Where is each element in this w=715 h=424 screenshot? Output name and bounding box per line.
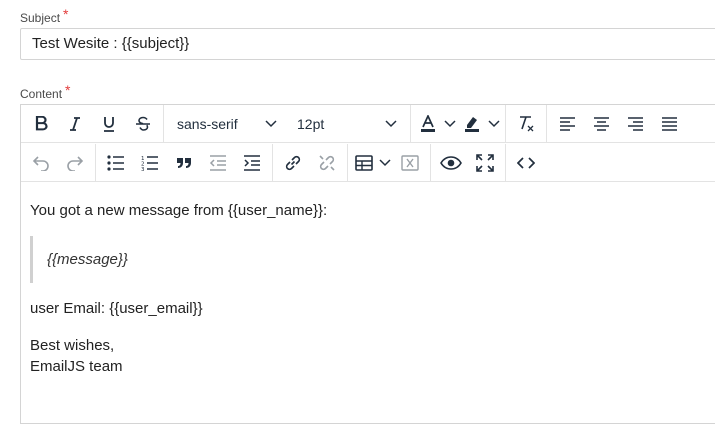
font-group: sans-serif 12pt bbox=[164, 105, 411, 142]
toolbar-row-2: 123 bbox=[21, 144, 715, 182]
code-group bbox=[506, 144, 546, 181]
bullet-list-icon bbox=[107, 154, 124, 171]
link-group bbox=[273, 144, 348, 181]
history-group bbox=[21, 144, 96, 181]
numbered-list-button[interactable]: 123 bbox=[133, 148, 167, 178]
blockquote-button[interactable] bbox=[167, 148, 201, 178]
outdent-icon bbox=[209, 154, 226, 171]
list-group: 123 bbox=[96, 144, 273, 181]
underline-icon bbox=[104, 116, 114, 132]
clear-format-group bbox=[506, 105, 547, 142]
align-center-button[interactable] bbox=[584, 109, 618, 139]
table-button[interactable] bbox=[351, 148, 393, 178]
undo-icon bbox=[32, 155, 49, 171]
table-main[interactable] bbox=[351, 148, 377, 178]
underline-button[interactable] bbox=[92, 109, 126, 139]
link-icon bbox=[285, 155, 301, 170]
source-code-button[interactable] bbox=[509, 148, 543, 178]
chevron-down-icon bbox=[444, 119, 456, 127]
align-center-icon bbox=[593, 116, 609, 131]
blockquote: {{message}} bbox=[30, 236, 590, 283]
eye-icon bbox=[440, 155, 462, 170]
italic-button[interactable] bbox=[58, 109, 92, 139]
subject-label: Subject * bbox=[20, 6, 69, 25]
unlink-icon bbox=[319, 154, 335, 171]
quote-icon bbox=[177, 157, 191, 168]
text-color-button[interactable] bbox=[414, 109, 458, 139]
redo-icon bbox=[67, 155, 84, 171]
fullscreen-button[interactable] bbox=[468, 148, 502, 178]
required-mark: * bbox=[63, 6, 69, 22]
color-group bbox=[411, 105, 506, 142]
bold-icon bbox=[35, 115, 48, 130]
svg-text:3: 3 bbox=[141, 167, 145, 171]
insert-link-button[interactable] bbox=[276, 148, 310, 178]
delete-table-button[interactable] bbox=[393, 148, 427, 178]
view-group bbox=[431, 144, 506, 181]
font-size-select[interactable]: 12pt bbox=[287, 109, 407, 139]
table-icon bbox=[355, 154, 373, 171]
editor-content[interactable]: You got a new message from {{user_name}}… bbox=[21, 183, 715, 423]
clear-formatting-icon bbox=[520, 115, 534, 131]
font-family-value: sans-serif bbox=[177, 115, 238, 132]
align-right-icon bbox=[627, 116, 643, 131]
quote-text: {{message}} bbox=[47, 251, 128, 268]
align-right-button[interactable] bbox=[618, 109, 652, 139]
align-justify-button[interactable] bbox=[652, 109, 686, 139]
unlink-button[interactable] bbox=[310, 148, 344, 178]
subject-label-text: Subject bbox=[20, 11, 61, 25]
rich-text-editor: sans-serif 12pt 1 2 3 You got a new mess… bbox=[20, 104, 715, 424]
align-group bbox=[547, 105, 689, 142]
indent-button[interactable] bbox=[235, 148, 269, 178]
chevron-down-icon bbox=[265, 119, 277, 127]
highlight-color-chevron[interactable] bbox=[486, 119, 502, 128]
redo-button[interactable] bbox=[58, 148, 92, 178]
undo-button[interactable] bbox=[24, 148, 58, 178]
content-line: Best wishes, bbox=[30, 337, 115, 354]
font-size-value: 12pt bbox=[297, 115, 325, 132]
content-label-text: Content bbox=[20, 87, 63, 101]
bullet-list-button[interactable] bbox=[99, 148, 133, 178]
highlight-color-main[interactable] bbox=[458, 109, 486, 139]
highlight-color-button[interactable] bbox=[458, 109, 502, 139]
text-color-chevron[interactable] bbox=[442, 119, 458, 128]
align-left-button[interactable] bbox=[550, 109, 584, 139]
format-group bbox=[21, 105, 164, 142]
table-chevron[interactable] bbox=[377, 158, 393, 167]
font-family-select[interactable]: sans-serif bbox=[167, 109, 287, 139]
strikethrough-button[interactable] bbox=[126, 109, 160, 139]
indent-icon bbox=[244, 154, 260, 171]
preview-button[interactable] bbox=[434, 148, 468, 178]
chevron-down-icon bbox=[385, 119, 397, 127]
numbered-list-icon: 123 bbox=[141, 156, 158, 171]
close-box-icon bbox=[401, 154, 419, 171]
text-color-main[interactable] bbox=[414, 109, 442, 139]
content-line: EmailJS team bbox=[30, 358, 123, 375]
content-line: user Email: {{user_email}} bbox=[30, 300, 203, 317]
align-left-icon bbox=[559, 116, 575, 131]
chevron-down-icon bbox=[488, 119, 500, 127]
subject-input[interactable]: Test Wesite : {{subject}} bbox=[20, 28, 715, 60]
text-color-icon bbox=[421, 114, 435, 132]
outdent-button[interactable] bbox=[201, 148, 235, 178]
content-line: You got a new message from {{user_name}}… bbox=[30, 202, 328, 219]
required-mark: * bbox=[65, 82, 71, 98]
bold-button[interactable] bbox=[24, 109, 58, 139]
code-icon bbox=[517, 156, 535, 169]
italic-icon bbox=[70, 116, 80, 131]
toolbar-row-1: sans-serif 12pt bbox=[21, 105, 715, 143]
content-label: Content * bbox=[20, 82, 71, 101]
align-justify-icon bbox=[661, 116, 677, 131]
chevron-down-icon bbox=[379, 158, 391, 166]
highlight-icon bbox=[465, 116, 479, 132]
table-group bbox=[348, 144, 431, 181]
strikethrough-icon bbox=[136, 116, 150, 131]
fullscreen-icon bbox=[476, 153, 494, 172]
clear-formatting-button[interactable] bbox=[509, 109, 543, 139]
